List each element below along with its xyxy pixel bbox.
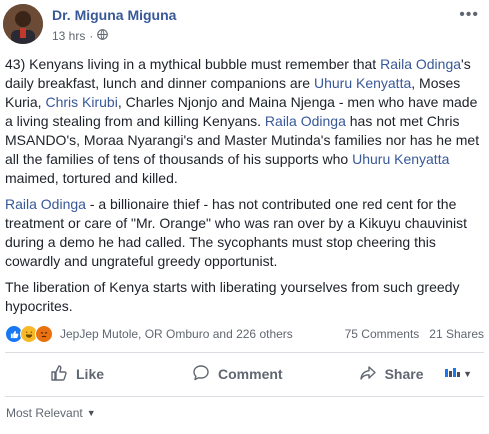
profile-link[interactable]: Raila Odinga xyxy=(380,56,461,72)
comment-icon xyxy=(192,364,210,385)
thumbs-up-icon xyxy=(50,364,68,385)
share-button[interactable]: Share xyxy=(359,364,424,385)
audience-selector[interactable]: ▼ xyxy=(445,367,472,382)
post-body: 43) Kenyans living in a mythical bubble … xyxy=(5,55,483,323)
divider xyxy=(5,352,484,353)
profile-link[interactable]: Chris Kirubi xyxy=(45,94,117,110)
comments-filter-label: Most Relevant xyxy=(6,406,83,420)
reaction-names[interactable]: JepJep Mutole, OR Omburo and 226 others xyxy=(60,327,293,341)
engagement-counts: 75 Comments 21 Shares xyxy=(345,327,484,341)
ellipsis-icon[interactable]: ••• xyxy=(459,6,479,24)
share-icon xyxy=(359,364,377,385)
share-label: Share xyxy=(384,366,424,382)
post-text: 43) Kenyans living in a mythical bubble … xyxy=(5,56,381,72)
post-paragraph: Raila Odinga - a billionaire thief - has… xyxy=(5,195,483,271)
author-avatar[interactable] xyxy=(3,4,43,44)
profile-link[interactable]: Raila Odinga xyxy=(5,196,86,212)
profile-link[interactable]: Uhuru Kenyatta xyxy=(314,75,411,91)
post-meta: 13 hrs · xyxy=(52,29,109,43)
reactions-bar: JepJep Mutole, OR Omburo and 226 others … xyxy=(5,324,484,344)
comments-count[interactable]: 75 Comments xyxy=(345,327,420,341)
post-paragraph: 43) Kenyans living in a mythical bubble … xyxy=(5,55,483,188)
divider xyxy=(5,396,484,397)
globe-icon xyxy=(97,29,109,43)
chevron-down-icon: ▼ xyxy=(463,369,472,379)
post-time[interactable]: 13 hrs xyxy=(52,29,85,43)
post-author[interactable]: Dr. Miguna Miguna xyxy=(52,7,176,23)
post-text: The liberation of Kenya starts with libe… xyxy=(5,279,460,314)
reaction-icons[interactable] xyxy=(5,325,53,343)
profile-link[interactable]: Uhuru Kenyatta xyxy=(352,151,449,167)
chevron-down-icon: ▼ xyxy=(86,408,96,418)
comment-button[interactable]: Comment xyxy=(192,364,283,385)
like-button[interactable]: Like xyxy=(50,364,104,385)
shares-count[interactable]: 21 Shares xyxy=(429,327,484,341)
like-label: Like xyxy=(76,366,105,382)
comments-filter[interactable]: Most Relevant ▼ xyxy=(6,406,96,420)
angry-icon xyxy=(35,325,53,343)
post-paragraph: The liberation of Kenya starts with libe… xyxy=(5,278,483,316)
comment-label: Comment xyxy=(218,366,283,382)
profile-link[interactable]: Raila Odinga xyxy=(265,113,346,129)
post-text: maimed, tortured and killed. xyxy=(5,170,178,186)
flag-icon xyxy=(445,367,461,382)
post-actions: Like Comment Share ▼ xyxy=(5,358,484,390)
